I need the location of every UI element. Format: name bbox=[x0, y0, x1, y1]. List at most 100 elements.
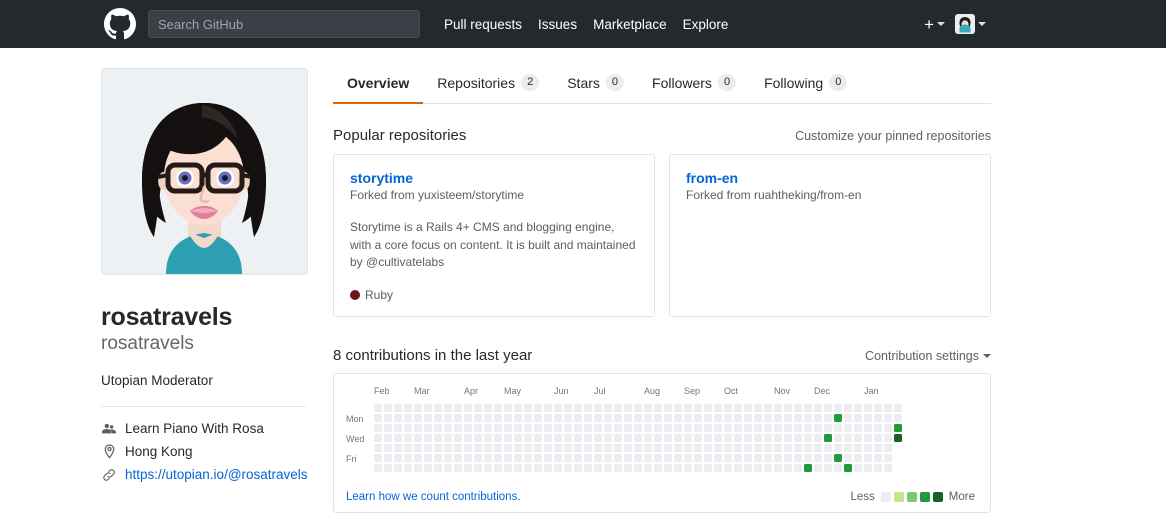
calendar-day-cell[interactable] bbox=[884, 463, 892, 472]
calendar-day-cell[interactable] bbox=[424, 423, 432, 432]
calendar-day-cell[interactable] bbox=[594, 423, 602, 432]
calendar-day-cell[interactable] bbox=[434, 453, 442, 462]
calendar-day-cell[interactable] bbox=[494, 433, 502, 442]
calendar-day-cell[interactable] bbox=[554, 443, 562, 452]
calendar-day-cell[interactable] bbox=[474, 423, 482, 432]
calendar-day-cell[interactable] bbox=[784, 453, 792, 462]
calendar-day-cell[interactable] bbox=[764, 453, 772, 462]
calendar-day-cell[interactable] bbox=[584, 403, 592, 412]
calendar-day-cell[interactable] bbox=[634, 423, 642, 432]
calendar-day-cell[interactable] bbox=[524, 413, 532, 422]
calendar-day-cell[interactable] bbox=[604, 433, 612, 442]
calendar-day-cell[interactable] bbox=[844, 433, 852, 442]
calendar-day-cell[interactable] bbox=[434, 423, 442, 432]
calendar-day-cell[interactable] bbox=[844, 413, 852, 422]
calendar-day-cell[interactable] bbox=[574, 463, 582, 472]
calendar-day-cell[interactable] bbox=[894, 403, 902, 412]
calendar-day-cell[interactable] bbox=[424, 403, 432, 412]
calendar-day-cell[interactable] bbox=[634, 453, 642, 462]
calendar-day-cell[interactable] bbox=[474, 453, 482, 462]
calendar-day-cell[interactable] bbox=[594, 443, 602, 452]
repo-fork-link[interactable]: ruahtheking/from-en bbox=[754, 188, 861, 202]
calendar-day-cell[interactable] bbox=[504, 403, 512, 412]
calendar-day-cell[interactable] bbox=[734, 443, 742, 452]
calendar-day-cell[interactable] bbox=[664, 443, 672, 452]
calendar-day-cell[interactable] bbox=[484, 433, 492, 442]
calendar-day-cell[interactable] bbox=[784, 443, 792, 452]
calendar-day-cell[interactable] bbox=[494, 423, 502, 432]
calendar-day-cell[interactable] bbox=[464, 413, 472, 422]
calendar-day-cell[interactable] bbox=[744, 463, 752, 472]
calendar-day-cell[interactable] bbox=[384, 433, 392, 442]
calendar-day-cell[interactable] bbox=[854, 413, 862, 422]
calendar-day-cell[interactable] bbox=[804, 403, 812, 412]
calendar-day-cell[interactable] bbox=[774, 433, 782, 442]
calendar-day-cell[interactable] bbox=[884, 423, 892, 432]
calendar-day-cell[interactable] bbox=[844, 463, 852, 472]
calendar-day-cell[interactable] bbox=[414, 463, 422, 472]
calendar-day-cell[interactable] bbox=[604, 443, 612, 452]
calendar-day-cell[interactable] bbox=[784, 433, 792, 442]
calendar-day-cell[interactable] bbox=[644, 463, 652, 472]
calendar-day-cell[interactable] bbox=[684, 443, 692, 452]
calendar-day-cell[interactable] bbox=[624, 403, 632, 412]
calendar-day-cell[interactable] bbox=[424, 453, 432, 462]
calendar-day-cell[interactable] bbox=[424, 463, 432, 472]
calendar-day-cell[interactable] bbox=[564, 443, 572, 452]
calendar-day-cell[interactable] bbox=[724, 423, 732, 432]
calendar-day-cell[interactable] bbox=[744, 433, 752, 442]
calendar-day-cell[interactable] bbox=[554, 463, 562, 472]
calendar-day-cell[interactable] bbox=[834, 453, 842, 462]
calendar-day-cell[interactable] bbox=[654, 443, 662, 452]
calendar-day-cell[interactable] bbox=[394, 403, 402, 412]
pinned-repo-card[interactable]: storytime Forked from yuxisteem/storytim… bbox=[333, 154, 655, 317]
calendar-day-cell[interactable] bbox=[614, 443, 622, 452]
calendar-day-cell[interactable] bbox=[504, 463, 512, 472]
calendar-day-cell[interactable] bbox=[844, 443, 852, 452]
calendar-day-cell[interactable] bbox=[374, 443, 382, 452]
calendar-day-cell[interactable] bbox=[544, 433, 552, 442]
calendar-day-cell[interactable] bbox=[504, 433, 512, 442]
calendar-day-cell[interactable] bbox=[444, 463, 452, 472]
calendar-day-cell[interactable] bbox=[634, 433, 642, 442]
calendar-day-cell[interactable] bbox=[464, 443, 472, 452]
calendar-day-cell[interactable] bbox=[854, 463, 862, 472]
calendar-day-cell[interactable] bbox=[724, 463, 732, 472]
calendar-day-cell[interactable] bbox=[734, 433, 742, 442]
calendar-day-cell[interactable] bbox=[894, 413, 902, 422]
calendar-day-cell[interactable] bbox=[664, 403, 672, 412]
calendar-day-cell[interactable] bbox=[684, 463, 692, 472]
calendar-day-cell[interactable] bbox=[694, 453, 702, 462]
calendar-day-cell[interactable] bbox=[804, 423, 812, 432]
calendar-day-cell[interactable] bbox=[604, 463, 612, 472]
calendar-day-cell[interactable] bbox=[544, 423, 552, 432]
calendar-day-cell[interactable] bbox=[644, 403, 652, 412]
calendar-day-cell[interactable] bbox=[854, 443, 862, 452]
calendar-day-cell[interactable] bbox=[894, 423, 902, 432]
calendar-day-cell[interactable] bbox=[864, 453, 872, 462]
calendar-day-cell[interactable] bbox=[494, 413, 502, 422]
calendar-day-cell[interactable] bbox=[744, 443, 752, 452]
calendar-day-cell[interactable] bbox=[444, 443, 452, 452]
calendar-day-cell[interactable] bbox=[764, 423, 772, 432]
calendar-day-cell[interactable] bbox=[774, 403, 782, 412]
calendar-day-cell[interactable] bbox=[584, 453, 592, 462]
calendar-day-cell[interactable] bbox=[654, 433, 662, 442]
calendar-day-cell[interactable] bbox=[524, 453, 532, 462]
calendar-day-cell[interactable] bbox=[434, 443, 442, 452]
calendar-day-cell[interactable] bbox=[834, 403, 842, 412]
calendar-day-cell[interactable] bbox=[564, 433, 572, 442]
calendar-day-cell[interactable] bbox=[534, 423, 542, 432]
calendar-day-cell[interactable] bbox=[744, 423, 752, 432]
calendar-day-cell[interactable] bbox=[844, 453, 852, 462]
customize-pinned-link[interactable]: Customize your pinned repositories bbox=[795, 129, 991, 143]
calendar-day-cell[interactable] bbox=[724, 413, 732, 422]
calendar-day-cell[interactable] bbox=[754, 453, 762, 462]
calendar-day-cell[interactable] bbox=[774, 413, 782, 422]
calendar-day-cell[interactable] bbox=[654, 423, 662, 432]
calendar-day-cell[interactable] bbox=[464, 453, 472, 462]
calendar-day-cell[interactable] bbox=[634, 403, 642, 412]
calendar-day-cell[interactable] bbox=[574, 403, 582, 412]
calendar-day-cell[interactable] bbox=[824, 443, 832, 452]
calendar-day-cell[interactable] bbox=[584, 423, 592, 432]
